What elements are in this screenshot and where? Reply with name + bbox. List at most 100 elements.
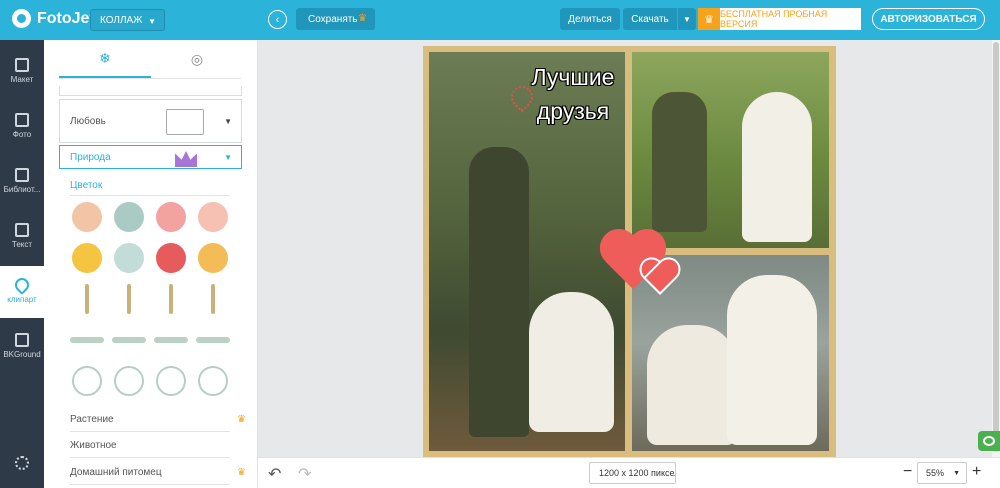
category-animal[interactable]: Животное <box>70 434 230 458</box>
stem-shape <box>169 284 173 314</box>
back-button[interactable]: ‹ <box>268 10 287 29</box>
logo-mark-icon <box>12 9 31 28</box>
zoom-select[interactable]: 55% ▼ <box>917 462 967 484</box>
chevron-down-icon: ▼ <box>148 17 156 26</box>
canvas-size-field[interactable]: 1200 x 1200 пикселей <box>589 462 676 484</box>
login-button[interactable]: АВТОРИЗОВАТЬСЯ <box>872 8 985 30</box>
crown-icon[interactable]: ♛ <box>698 8 720 30</box>
canvas-workspace: Лучшие друзья <box>258 40 1000 457</box>
flower-clipart[interactable] <box>198 202 228 232</box>
chat-button[interactable] <box>978 431 1000 451</box>
photo-icon <box>15 113 29 127</box>
zoom-in-button[interactable]: + <box>972 463 981 481</box>
garland-clipart[interactable] <box>196 325 230 355</box>
wreath-clipart[interactable] <box>72 366 102 396</box>
nav-item-label: клипарт <box>7 295 37 304</box>
category-plant[interactable]: Растение ♛ <box>70 408 246 432</box>
free-trial-button[interactable]: БЕСПЛАТНАЯ ПРОБНАЯ ВЕРСИЯ <box>720 8 861 30</box>
garland-clipart[interactable] <box>154 325 188 355</box>
save-button-label: Сохранять <box>308 13 358 25</box>
wreath-clipart[interactable] <box>198 366 228 396</box>
chat-icon <box>983 436 995 446</box>
nav-item-layout[interactable]: Макет <box>0 46 44 98</box>
category-nature[interactable]: Природа ▼ <box>59 145 242 169</box>
flower-clipart[interactable] <box>198 243 228 273</box>
share-button[interactable]: Делиться <box>560 8 620 30</box>
mode-select[interactable]: КОЛЛАЖ ▼ <box>90 9 165 31</box>
app-name: FotoJet <box>37 9 95 27</box>
person-figure <box>469 147 529 437</box>
flower-clipart[interactable] <box>72 243 102 273</box>
category-row-above[interactable] <box>59 86 242 96</box>
save-button[interactable]: Сохранять ♛ <box>296 8 375 30</box>
library-icon <box>15 168 29 182</box>
globe-icon: ◎ <box>190 50 204 67</box>
crown-icon: ♛ <box>237 467 246 478</box>
flower-stem-clipart[interactable] <box>72 284 102 314</box>
settings-icon[interactable] <box>15 456 29 470</box>
nav-item-label: Фото <box>12 130 32 139</box>
caret-down-icon: ▼ <box>224 152 232 162</box>
category-label: Природа <box>70 151 111 163</box>
nav-item-label: Библиот... <box>3 185 41 194</box>
redo-icon[interactable]: ↷ <box>298 464 311 484</box>
person-figure <box>652 92 707 232</box>
category-label: Животное <box>70 440 117 451</box>
heart-clipart-small[interactable] <box>641 260 679 294</box>
heart-icon <box>12 275 32 295</box>
chevron-left-icon: ‹ <box>275 13 280 26</box>
nav-item-clipart[interactable]: клипарт <box>0 266 44 318</box>
nav-item-library[interactable]: Библиот... <box>0 156 44 208</box>
garland-clipart[interactable] <box>112 325 146 355</box>
clipart-panel: ❄ ◎ Любовь ▼ Природа ▼ Цветок Растение ♛… <box>44 40 258 488</box>
canvas-size-value: 1200 x 1200 пикселей <box>599 468 675 478</box>
nav-item-label: Макет <box>10 75 34 84</box>
category-label: Любовь <box>70 115 106 127</box>
stem-shape <box>211 284 215 314</box>
clipart-grid <box>70 200 240 400</box>
collage-title-line: Лучшие <box>531 64 615 90</box>
app-logo[interactable]: FotoJet <box>12 9 95 28</box>
download-button[interactable]: Скачать <box>623 8 677 30</box>
tab-divider <box>59 78 241 79</box>
tab-clipart-web[interactable]: ◎ <box>151 40 243 78</box>
crown-icon: ♛ <box>237 414 246 425</box>
garland-clipart[interactable] <box>70 325 104 355</box>
flower-clipart[interactable] <box>156 202 186 232</box>
flower-clipart[interactable] <box>72 202 102 232</box>
garland-shape <box>196 337 230 343</box>
background-icon <box>15 333 29 347</box>
flower-stem-clipart[interactable] <box>114 284 144 314</box>
category-pet[interactable]: Домашний питомец ♛ <box>70 461 246 485</box>
zoom-out-button[interactable]: − <box>903 463 912 481</box>
download-options-button[interactable]: ▼ <box>678 8 696 30</box>
mode-select-value: КОЛЛАЖ <box>100 14 143 26</box>
category-love[interactable]: Любовь ▼ <box>59 99 242 143</box>
dog-figure <box>529 292 614 432</box>
dog-figure <box>742 92 812 242</box>
flower-clipart[interactable] <box>156 243 186 273</box>
nav-item-text[interactable]: Текст <box>0 211 44 263</box>
flower-clipart[interactable] <box>114 202 144 232</box>
photo-cell-woman-kneeling[interactable] <box>632 52 829 248</box>
layout-icon <box>15 58 29 72</box>
nav-item-label: Текст <box>11 240 33 249</box>
caret-down-icon: ▼ <box>224 116 232 126</box>
flower-clipart[interactable] <box>114 243 144 273</box>
wreath-clipart[interactable] <box>114 366 144 396</box>
nav-item-photo[interactable]: Фото <box>0 101 44 153</box>
garland-shape <box>112 337 146 343</box>
wreath-clipart[interactable] <box>156 366 186 396</box>
chevron-down-icon: ▼ <box>953 470 960 477</box>
flower-stem-clipart[interactable] <box>198 284 228 314</box>
tab-clipart-local[interactable]: ❄ <box>59 40 151 78</box>
vertical-scrollbar[interactable] <box>992 40 1000 457</box>
crown-icon: ♛ <box>358 13 367 24</box>
left-nav: Макет Фото Библиот... Текст клипарт BKGr… <box>0 40 44 488</box>
collage-canvas[interactable]: Лучшие друзья <box>423 46 836 457</box>
undo-icon[interactable]: ↶ <box>268 464 281 484</box>
scrollbar-thumb[interactable] <box>993 42 999 452</box>
text-icon <box>15 223 29 237</box>
nav-item-background[interactable]: BKGround <box>0 321 44 373</box>
flower-stem-clipart[interactable] <box>156 284 186 314</box>
